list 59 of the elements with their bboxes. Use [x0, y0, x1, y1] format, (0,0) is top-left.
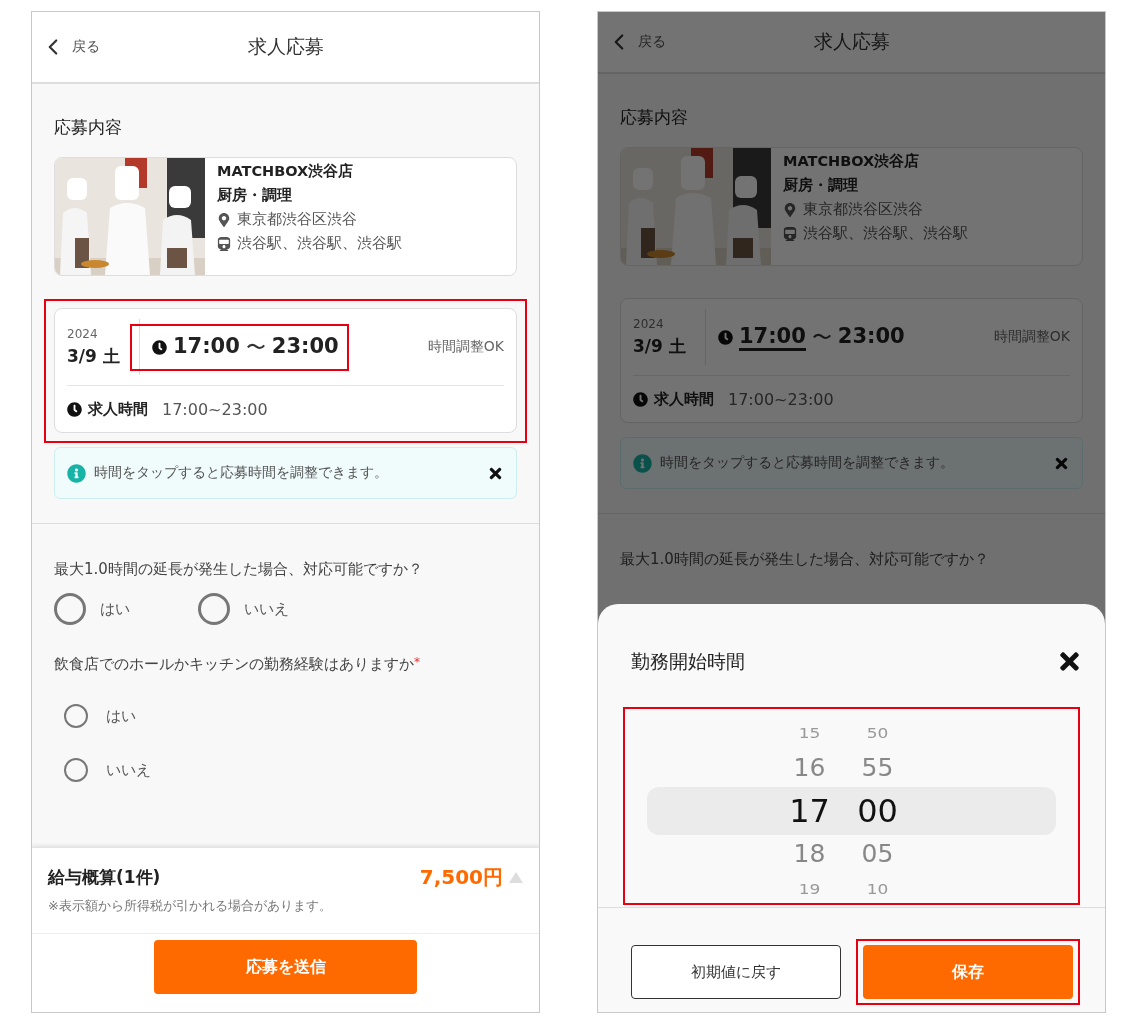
address-text: 東京都渋谷区渋谷: [803, 200, 923, 219]
page-title: 求人応募: [813, 30, 890, 52]
page-title: 求人応募: [247, 35, 324, 57]
hours-value: 17:00~23:00: [162, 399, 268, 419]
adjust-note: 時間調整OK: [427, 338, 504, 356]
section-title: 応募内容: [54, 116, 123, 139]
picker-value[interactable]: 10: [866, 877, 889, 901]
picker-value[interactable]: 16: [793, 748, 826, 788]
picker-value[interactable]: 00: [857, 788, 898, 834]
address-text: 東京都渋谷区渋谷: [237, 210, 357, 229]
job-card[interactable]: MATCHBOX渋谷店 厨房・調理 東京都渋谷区渋谷 渋谷駅、渋谷駅、渋谷駅: [620, 147, 1083, 266]
estimate-amount: 7,500円: [419, 864, 503, 891]
tax-note: ※表示額から所得税が引かれる場合があります。: [48, 897, 333, 915]
start-time-link[interactable]: 17:00: [173, 333, 240, 361]
radio-option[interactable]: はい: [54, 593, 130, 625]
year-text: 2024: [633, 316, 665, 331]
hours-label: 求人時間: [88, 399, 148, 419]
picker-value[interactable]: 05: [861, 834, 894, 874]
job-card[interactable]: MATCHBOX渋谷店 厨房・調理 東京都渋谷区渋谷 渋谷駅、渋谷駅、渋谷駅: [54, 157, 517, 276]
year-text: 2024: [67, 326, 99, 341]
back-link[interactable]: 戻る: [40, 34, 100, 60]
station-text: 渋谷駅、渋谷駅、渋谷駅: [803, 224, 968, 243]
job-role: 厨房・調理: [783, 176, 859, 195]
store-name: MATCHBOX渋谷店: [783, 152, 921, 171]
question-text: 最大1.0時間の延長が発生した場合、対応可能ですか？: [620, 550, 990, 569]
hours-value: 17:00~23:00: [728, 389, 834, 409]
tip-text: 時間をタップすると応募時間を調整できます。: [94, 464, 388, 482]
sheet-title: 勤務開始時間: [631, 648, 745, 674]
radio-option[interactable]: いいえ: [64, 758, 517, 782]
save-button[interactable]: 保存: [863, 945, 1073, 999]
required-mark: *: [414, 655, 420, 669]
picker-value[interactable]: 50: [866, 721, 889, 745]
question-text: 飲食店でのホールかキッチンの勤務経験はありますか*: [54, 655, 421, 674]
store-name: MATCHBOX渋谷店: [217, 162, 355, 181]
start-time-link[interactable]: 17:00: [739, 323, 806, 351]
range-separator: 〜: [811, 323, 832, 351]
date-text: 3/9 土: [67, 344, 121, 368]
tip-text: 時間をタップすると応募時間を調整できます。: [660, 454, 954, 472]
picker-value[interactable]: 17: [789, 788, 830, 834]
picker-value[interactable]: 55: [861, 748, 894, 788]
section-title: 応募内容: [620, 106, 689, 129]
picker-value[interactable]: 18: [793, 834, 826, 874]
reset-button[interactable]: 初期値に戻す: [631, 945, 841, 999]
submit-button[interactable]: 応募を送信: [154, 940, 417, 994]
picker-value[interactable]: 15: [798, 721, 821, 745]
back-link[interactable]: 戻る: [606, 29, 666, 55]
radio-option[interactable]: はい: [64, 704, 517, 728]
hours-label: 求人時間: [654, 389, 714, 409]
picker-value[interactable]: 19: [798, 877, 821, 901]
end-time-link[interactable]: 23:00: [271, 333, 339, 361]
job-role: 厨房・調理: [217, 186, 293, 205]
radio-option[interactable]: いいえ: [198, 593, 289, 625]
date-text: 3/9 土: [633, 334, 687, 358]
question-text: 最大1.0時間の延長が発生した場合、対応可能ですか？: [54, 560, 424, 579]
end-time-link[interactable]: 23:00: [837, 323, 905, 351]
range-separator: 〜: [245, 333, 266, 361]
adjust-note: 時間調整OK: [993, 328, 1070, 346]
station-text: 渋谷駅、渋谷駅、渋谷駅: [237, 234, 402, 253]
estimate-label: 給与概算(1件): [48, 866, 161, 889]
